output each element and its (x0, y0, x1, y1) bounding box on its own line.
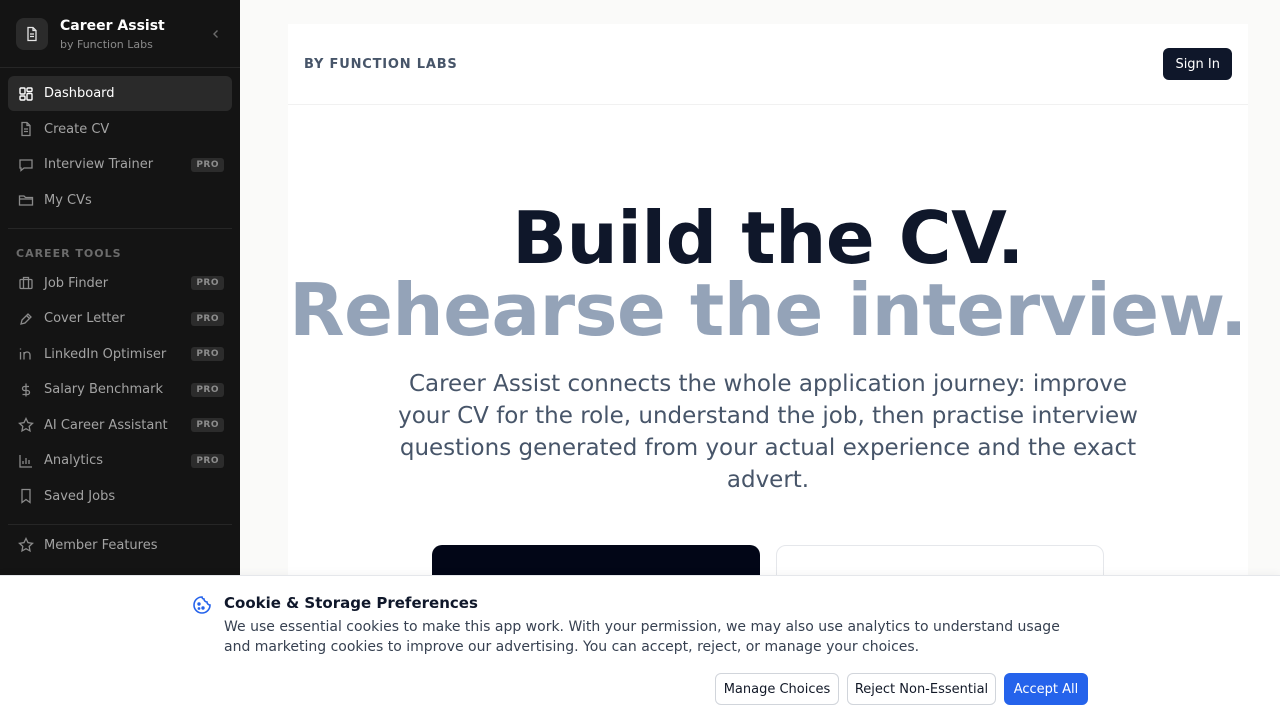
accept-all-button[interactable]: Accept All (1004, 673, 1088, 705)
sidebar-item-label: AI Career Assistant (44, 417, 168, 433)
folder-icon (16, 190, 36, 210)
sidebar-item-my-cvs[interactable]: My CVs (8, 183, 232, 218)
star-icon (16, 415, 36, 435)
hero-description: Career Assist connects the whole applica… (398, 371, 1138, 493)
sidebar-item-label: Salary Benchmark (44, 382, 164, 397)
cookie-description: We use essential cookies to make this ap… (224, 619, 1060, 655)
briefcase-icon (16, 273, 36, 293)
chat-icon (16, 155, 36, 175)
pen-icon (16, 309, 36, 329)
tools-nav: Job Finder PRO Cover Letter PRO LinkedIn… (0, 266, 240, 514)
sidebar-item-member-features[interactable]: Member Features (8, 528, 232, 563)
star-icon (16, 535, 36, 555)
brand-header: Career Assist by Function Labs (0, 0, 240, 68)
manage-choices-button[interactable]: Manage Choices (715, 673, 839, 705)
document-icon (16, 119, 36, 139)
cookie-icon (192, 595, 212, 615)
sidebar-item-label: Cover Letter (44, 311, 125, 326)
app-title: Career Assist (60, 17, 165, 34)
sidebar-item-label: Interview Trainer (44, 157, 154, 172)
sidebar-item-cover-letter[interactable]: Cover Letter PRO (8, 301, 232, 336)
dollar-icon (16, 380, 36, 400)
sidebar-item-saved-jobs[interactable]: Saved Jobs (8, 479, 232, 514)
chevron-left-icon (213, 29, 218, 38)
sidebar-item-salary-benchmark[interactable]: Salary Benchmark PRO (8, 372, 232, 407)
main-nav: Dashboard Create CV Interview Trainer PR… (0, 68, 240, 218)
pro-badge: PRO (191, 453, 224, 468)
sidebar-item-label: My CVs (44, 192, 92, 208)
document-icon (16, 17, 48, 50)
pro-badge: PRO (191, 382, 224, 397)
sidebar-item-create-cv[interactable]: Create CV (8, 112, 232, 147)
pro-badge: PRO (191, 157, 224, 172)
grid-icon (16, 84, 36, 104)
sign-in-button[interactable]: Sign In (1163, 48, 1232, 80)
sidebar-item-dashboard[interactable]: Dashboard (8, 76, 232, 111)
collapse-sidebar-button[interactable] (208, 26, 224, 42)
cookie-banner: Cookie & Storage Preferences We use esse… (0, 575, 1280, 720)
member-nav: Member Features (0, 525, 240, 563)
brand-tagline: BY FUNCTION LABS (304, 56, 458, 72)
cookie-title: Cookie & Storage Preferences (224, 594, 478, 612)
top-bar: BY FUNCTION LABS Sign In (288, 24, 1248, 105)
sidebar-item-label: Analytics (44, 453, 104, 468)
pro-badge: PRO (191, 311, 224, 326)
hero-headline: Build the CV. (512, 196, 1024, 280)
pro-badge: PRO (191, 276, 224, 290)
reject-non-essential-button[interactable]: Reject Non-Essential (847, 673, 996, 705)
sidebar-item-interview-trainer[interactable]: Interview Trainer PRO (8, 147, 232, 182)
sidebar-item-label: LinkedIn Optimiser (44, 346, 167, 362)
sidebar-item-job-finder[interactable]: Job Finder PRO (8, 266, 232, 301)
app-subtitle: by Function Labs (60, 37, 153, 51)
sidebar-item-label: Dashboard (44, 86, 115, 101)
pro-badge: PRO (191, 418, 224, 432)
hero-subheadline: Rehearse the interview. (289, 268, 1247, 352)
sidebar-item-linkedin-optimiser[interactable]: LinkedIn Optimiser PRO (8, 337, 232, 372)
sidebar-item-ai-career-assistant[interactable]: AI Career Assistant PRO (8, 408, 232, 443)
sidebar-item-analytics[interactable]: Analytics PRO (8, 443, 232, 478)
sidebar-item-label: Saved Jobs (44, 488, 116, 504)
linkedin-icon (16, 344, 36, 364)
sidebar-item-label: Job Finder (44, 275, 109, 291)
sidebar-item-label: Member Features (44, 537, 158, 553)
bar-chart-icon (16, 451, 36, 471)
bookmark-icon (16, 486, 36, 506)
section-label-career-tools: CAREER TOOLS (16, 246, 122, 260)
pro-badge: PRO (191, 347, 224, 361)
sidebar-item-label: Create CV (44, 121, 110, 137)
